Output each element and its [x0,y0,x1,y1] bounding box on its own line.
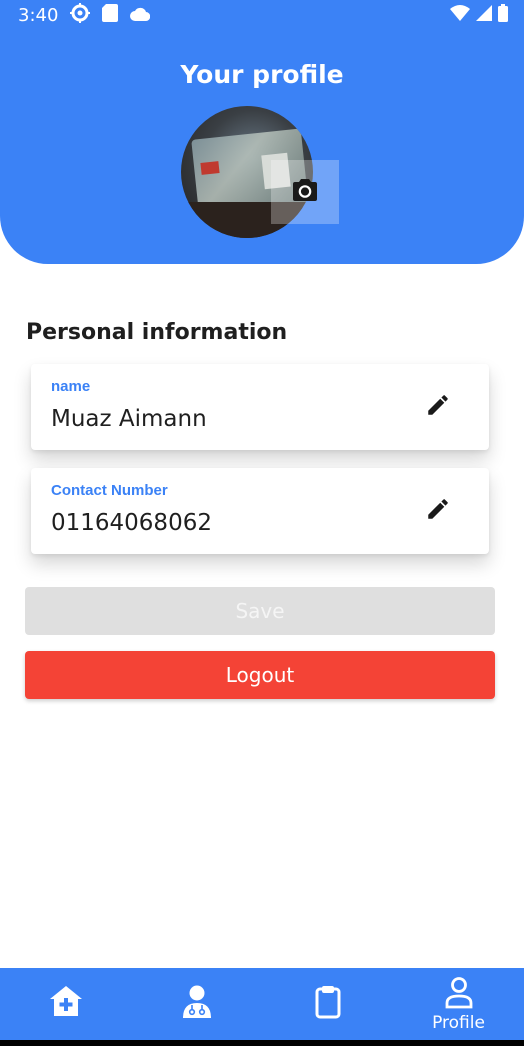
logout-button[interactable]: Logout [25,651,495,699]
contact-field-label: Contact Number [51,482,168,499]
section-title: Personal information [26,320,288,345]
battery-icon [498,3,508,27]
edit-contact-button[interactable] [423,496,453,526]
avatar-photo-detail [200,161,220,175]
contact-field-card: Contact Number 01164068062 [31,468,489,554]
sd-card-icon [102,3,119,27]
nav-item-profile[interactable]: Profile [393,968,524,1040]
contact-field-value: 01164068062 [51,510,212,536]
save-button[interactable]: Save [25,587,495,635]
settings-icon [70,2,91,28]
camera-icon [291,178,319,207]
edit-name-button[interactable] [423,392,453,422]
nav-item-records[interactable] [262,968,393,1040]
status-right [450,3,508,27]
nav-item-home[interactable] [0,968,131,1040]
edit-pencil-icon [425,496,451,527]
doctor-icon [181,984,213,1025]
status-time: 3:40 [18,4,59,26]
page-title: Your profile [180,60,344,89]
nav-label-profile: Profile [432,1012,485,1033]
clipboard-icon [314,984,342,1025]
change-photo-button[interactable] [271,160,339,224]
profile-screen: 3:40 Your profile Personal information n… [0,0,524,1040]
edit-pencil-icon [425,392,451,423]
home-plus-icon [48,984,84,1025]
wifi-icon [450,4,470,26]
name-field-label: name [51,378,91,395]
name-field-card: name Muaz Aimann [31,364,489,450]
cloud-icon [130,5,151,26]
status-left: 3:40 [18,2,151,28]
signal-icon [476,4,492,26]
name-field-value: Muaz Aimann [51,406,207,432]
nav-item-doctors[interactable] [131,968,262,1040]
bottom-nav: Profile [0,968,524,1040]
profile-icon [444,976,474,1014]
status-bar: 3:40 [0,0,524,30]
